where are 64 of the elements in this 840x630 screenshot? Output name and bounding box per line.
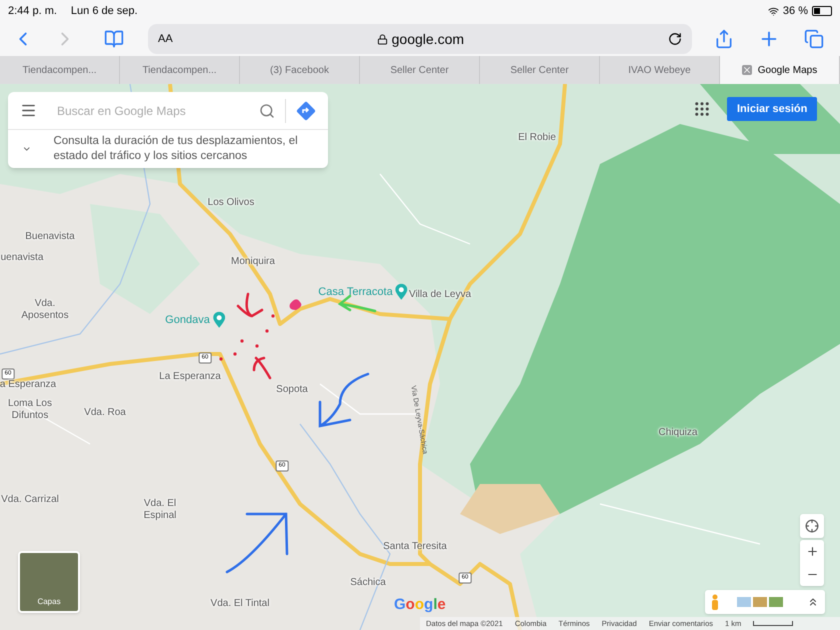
wifi-icon — [768, 6, 779, 16]
address-field[interactable]: AA google.com — [148, 24, 692, 54]
search-field[interactable]: Buscar en Google Maps — [57, 102, 259, 120]
google-logo: Google — [394, 595, 446, 615]
arrow-annotation — [338, 294, 376, 312]
bookmarks-icon[interactable] — [104, 29, 124, 49]
status-date: Lun 6 de sep. — [70, 4, 138, 19]
menu-icon[interactable] — [20, 102, 37, 119]
place-label: uenavista — [0, 252, 44, 264]
close-tab-icon[interactable] — [742, 65, 752, 75]
arrow-annotation — [226, 512, 288, 574]
place-label[interactable]: Casa Terracota — [318, 284, 393, 300]
place-label: Vda. Aposentos — [20, 298, 70, 322]
tab-title: Google Maps — [758, 64, 818, 78]
scale-bar — [753, 621, 794, 626]
map-pin-icon[interactable] — [212, 312, 225, 328]
arrow-annotation — [236, 292, 264, 318]
location-icon[interactable] — [805, 519, 819, 533]
apps-icon[interactable] — [693, 100, 711, 118]
map-pin-icon[interactable] — [396, 284, 408, 300]
place-label: Sopota — [276, 384, 308, 396]
sign-in-button[interactable]: Iniciar sesión — [727, 97, 818, 121]
layers-button[interactable]: Capas — [18, 551, 80, 613]
share-icon[interactable] — [714, 29, 734, 49]
search-icon[interactable] — [259, 102, 275, 118]
text-size-button[interactable]: AA — [158, 30, 173, 48]
place-label: Sáchica — [350, 577, 386, 589]
place-label: La Esperanza — [159, 371, 221, 383]
zoom-in-icon[interactable] — [806, 545, 818, 558]
place-label: Buenavista — [25, 231, 75, 243]
place-label: Vda. Carrizal — [1, 494, 59, 506]
reload-icon[interactable] — [668, 32, 682, 46]
tab-title: (3) Facebook — [270, 64, 329, 78]
location-button[interactable] — [800, 514, 824, 538]
battery-icon — [812, 6, 832, 16]
place-label: Vda. El Espinal — [142, 498, 178, 522]
tab-title: Seller Center — [510, 64, 569, 78]
arrow-annotation — [318, 372, 370, 428]
place-label: Loma Los Difuntos — [7, 398, 53, 422]
status-time: 2:44 p. m. — [8, 4, 57, 19]
lock-icon — [376, 34, 388, 44]
battery-percent: 36 % — [782, 4, 808, 19]
browser-tab[interactable]: Google Maps — [720, 56, 840, 84]
arrow-annotation — [252, 356, 272, 380]
place-label: Vda. Roa — [84, 407, 126, 419]
place-label: Vda. El Tintal — [210, 598, 270, 610]
dot-annotation — [219, 314, 275, 361]
tabs-icon[interactable] — [804, 29, 824, 49]
address-text: google.com — [392, 30, 464, 49]
tab-title: Tiendacompen... — [142, 64, 217, 78]
scribble-annotation — [290, 299, 302, 310]
hint-text: Consulta la duración de tus desplazamientos, el estado del tráfico y los sitios cercanos — [53, 134, 299, 164]
place-label: Chiquiza — [658, 427, 698, 439]
tab-title: IVAO Webeye — [628, 64, 691, 78]
collapse-icon[interactable] — [807, 596, 819, 608]
map-thumbnail[interactable] — [753, 597, 767, 607]
tab-title: Seller Center — [390, 64, 449, 78]
map-thumbnail[interactable] — [737, 597, 751, 607]
place-label: El Robie — [518, 132, 556, 144]
tab-title: Tiendacompen... — [22, 64, 97, 78]
place-label[interactable]: Gondava — [165, 312, 210, 328]
place-label: Los Olivos — [208, 197, 254, 209]
map-thumbnail[interactable] — [769, 597, 783, 607]
pegman-icon[interactable] — [711, 594, 719, 610]
